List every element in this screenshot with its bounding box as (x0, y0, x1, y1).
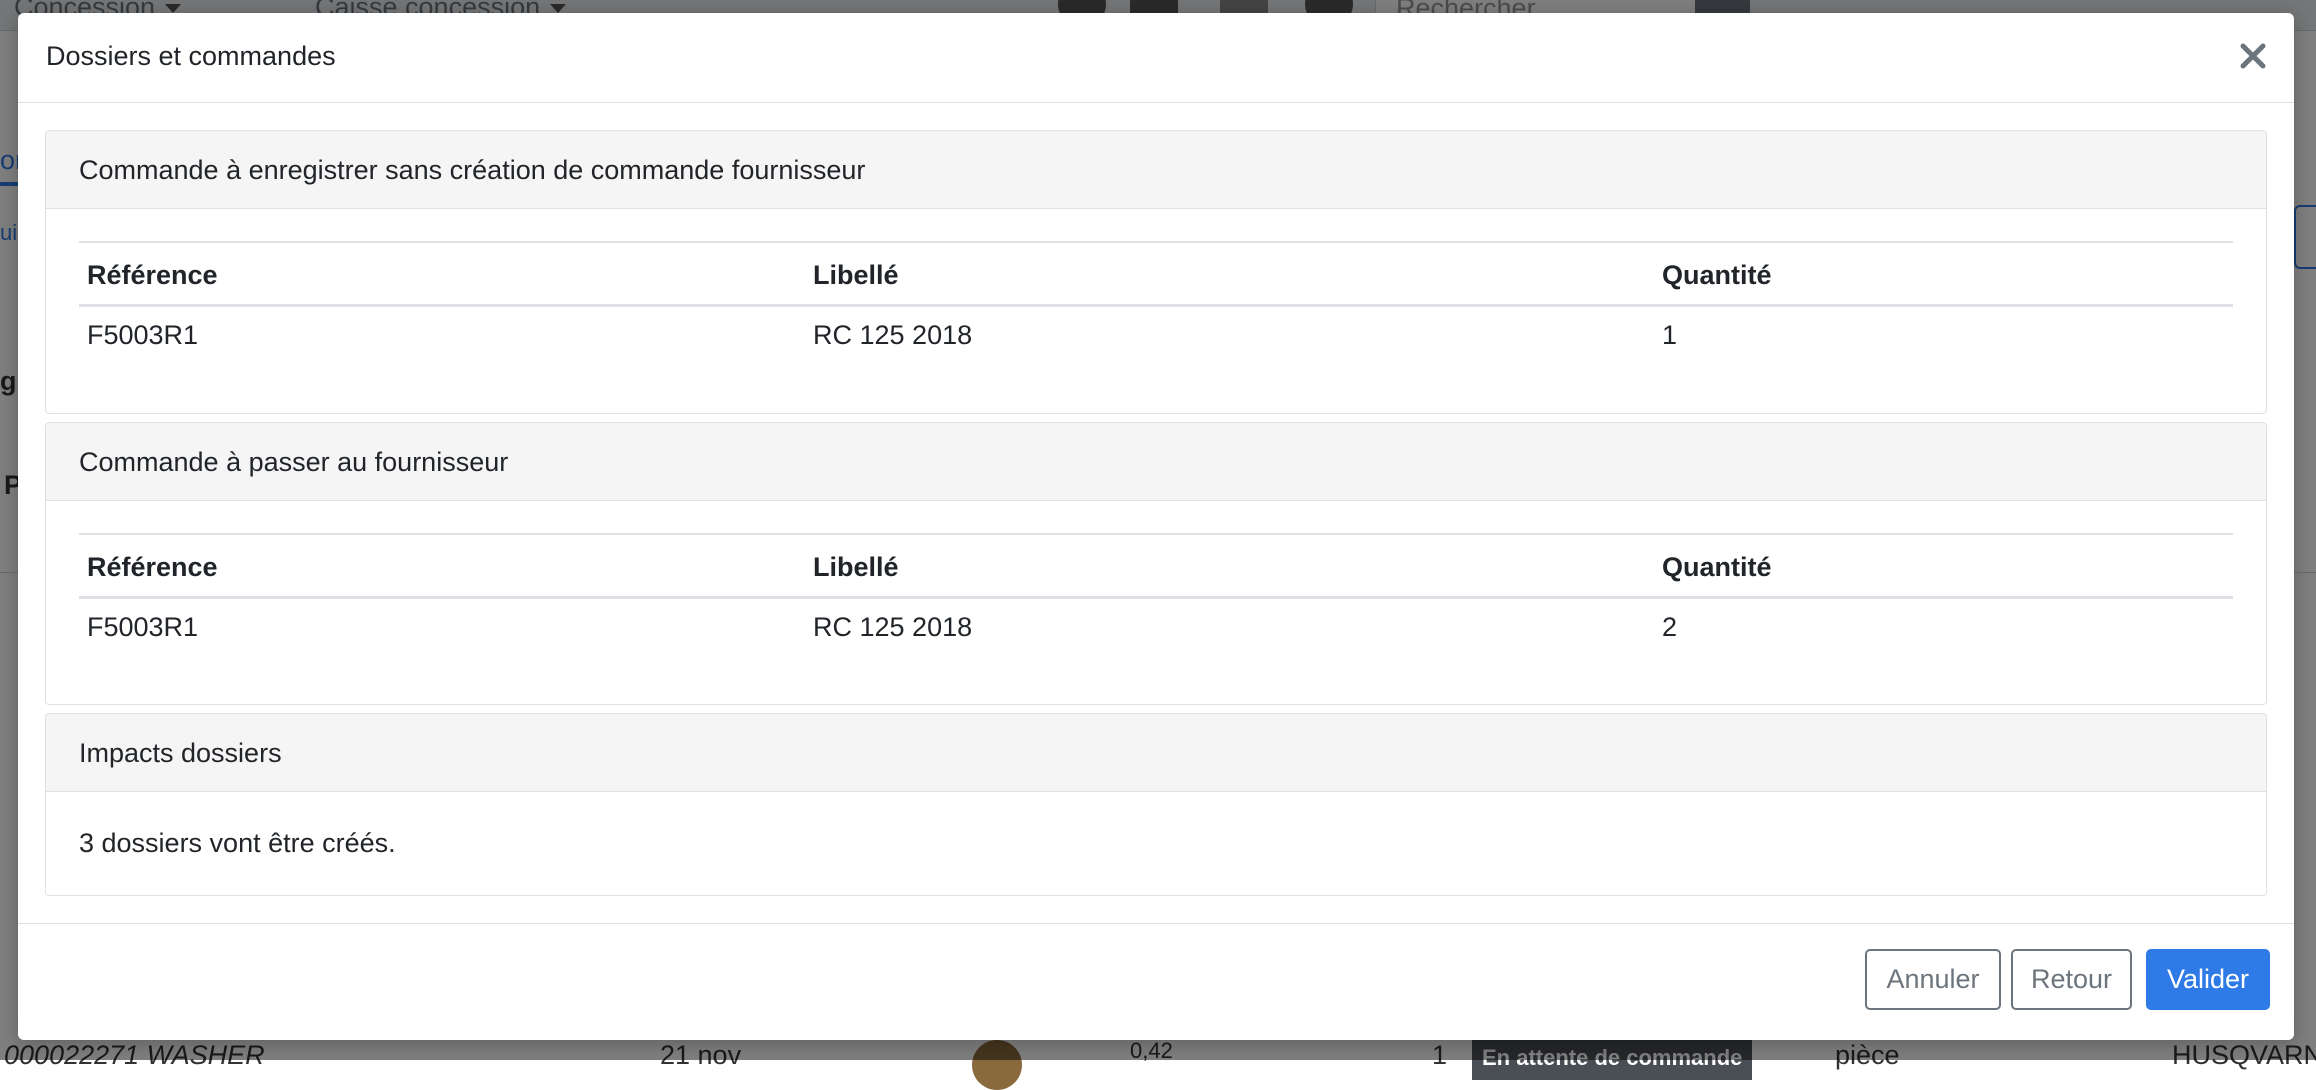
impact-message: 3 dossiers vont être créés. (79, 828, 396, 858)
section-body: Référence Libellé Quantité F5003R1 RC 12… (46, 501, 2266, 655)
cell-quantite: 1 (1662, 319, 1678, 350)
section-header: Commande à enregistrer sans création de … (46, 131, 2266, 209)
cancel-button[interactable]: Annuler (1865, 949, 2001, 1010)
section-header: Impacts dossiers (46, 714, 2266, 792)
column-header-reference: Référence (79, 241, 805, 307)
back-button[interactable]: Retour (2011, 949, 2132, 1010)
column-header-libelle: Libellé (805, 241, 1654, 307)
cell-reference: F5003R1 (87, 319, 199, 350)
section-header: Commande à passer au fournisseur (46, 423, 2266, 501)
order-table: Référence Libellé Quantité F5003R1 RC 12… (79, 533, 2233, 655)
table-row: F5003R1 RC 125 2018 2 (79, 598, 2233, 656)
cell-libelle: RC 125 2018 (813, 611, 973, 642)
cell-quantite: 2 (1662, 611, 1678, 642)
close-icon (2240, 43, 2266, 69)
section-impacts-dossiers: Impacts dossiers 3 dossiers vont être cr… (45, 713, 2267, 896)
cell-reference: F5003R1 (87, 611, 199, 642)
column-header-reference: Référence (79, 533, 805, 599)
table-header-row: Référence Libellé Quantité (79, 241, 2233, 307)
column-header-libelle: Libellé (805, 533, 1654, 599)
column-header-quantite: Quantité (1654, 533, 2233, 599)
modal-header: Dossiers et commandes (18, 13, 2294, 103)
close-button[interactable] (2232, 35, 2274, 77)
table-header-row: Référence Libellé Quantité (79, 533, 2233, 599)
modal-title: Dossiers et commandes (46, 41, 336, 71)
column-header-quantite: Quantité (1654, 241, 2233, 307)
order-table: Référence Libellé Quantité F5003R1 RC 12… (79, 241, 2233, 363)
validate-button[interactable]: Valider (2146, 949, 2270, 1010)
dossiers-commandes-modal: Dossiers et commandes Commande à enregis… (18, 13, 2294, 1040)
section-body: Référence Libellé Quantité F5003R1 RC 12… (46, 209, 2266, 363)
modal-body: Commande à enregistrer sans création de … (45, 130, 2267, 904)
table-row: F5003R1 RC 125 2018 1 (79, 306, 2233, 364)
modal-footer: Annuler Retour Valider (18, 923, 2294, 1040)
section-commande-fournisseur: Commande à passer au fournisseur Référen… (45, 422, 2267, 705)
section-commande-sans-fournisseur: Commande à enregistrer sans création de … (45, 130, 2267, 414)
section-body: 3 dossiers vont être créés. (46, 792, 2266, 859)
cell-libelle: RC 125 2018 (813, 319, 973, 350)
